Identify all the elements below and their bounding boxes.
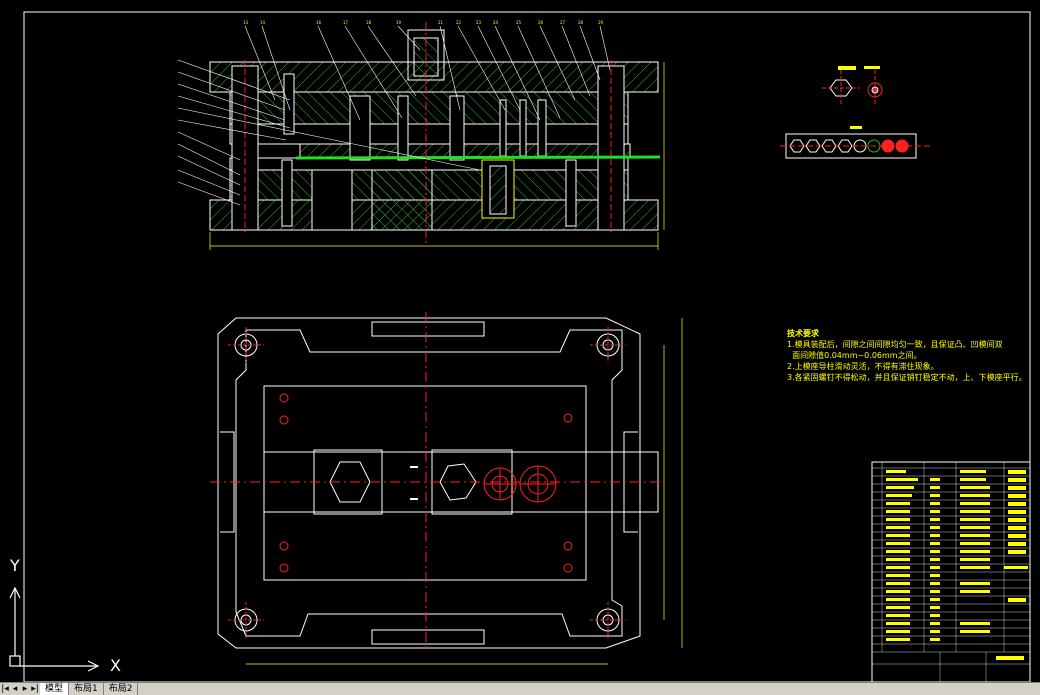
tab-layout-2[interactable]: 布局2 (104, 683, 139, 695)
svg-text:17: 17 (343, 20, 349, 25)
tab-model[interactable]: 模型 (40, 683, 70, 695)
title-block (871, 461, 1031, 682)
tab-prev-icon[interactable]: ◂ (10, 684, 20, 694)
section-view: 13 14 16 17 18 19 21 22 23 24 25 26 27 28 29 (177, 20, 665, 250)
svg-text:16: 16 (316, 20, 322, 25)
strip-line (295, 155, 661, 160)
svg-text:18: 18 (366, 20, 372, 25)
strip-layout (780, 66, 930, 159)
ucs-y-label: Y (10, 556, 20, 575)
svg-text:25: 25 (516, 20, 522, 25)
tab-layout-1[interactable]: 布局1 (69, 683, 104, 695)
svg-text:28: 28 (578, 20, 584, 25)
svg-text:29: 29 (598, 20, 604, 25)
model-space-viewport[interactable]: 13 14 16 17 18 19 21 22 23 24 25 26 27 28 29 (0, 0, 1040, 682)
tab-first-icon[interactable]: |◂ (0, 684, 10, 694)
svg-text:19: 19 (396, 20, 402, 25)
ucs-x-label: X (110, 656, 121, 675)
layout-tab-bar: |◂ ◂ ▸ ▸| 模型 布局1 布局2 (0, 682, 1040, 695)
svg-text:21: 21 (438, 20, 444, 25)
tab-last-icon[interactable]: ▸| (30, 684, 40, 694)
tab-next-icon[interactable]: ▸ (20, 684, 30, 694)
svg-text:23: 23 (476, 20, 482, 25)
svg-text:13: 13 (243, 20, 249, 25)
svg-text:14: 14 (260, 20, 266, 25)
svg-text:27: 27 (560, 20, 566, 25)
svg-text:26: 26 (538, 20, 544, 25)
ucs-icon (9, 586, 100, 672)
svg-text:24: 24 (493, 20, 499, 25)
svg-text:22: 22 (456, 20, 462, 25)
plan-view (210, 312, 683, 665)
technical-requirements: 技术要求 1.模具装配后，间隙之间间隙均匀一致，且保证凸、凹模间双 面间隙值0.… (787, 329, 1027, 382)
